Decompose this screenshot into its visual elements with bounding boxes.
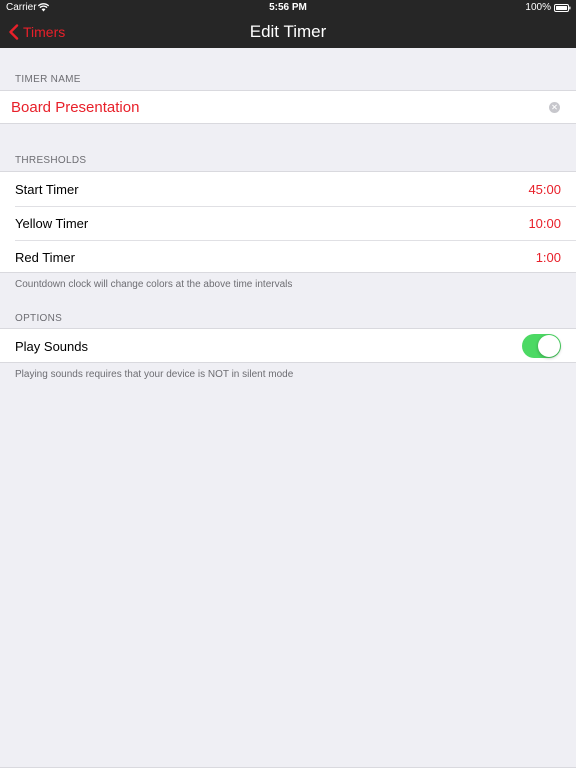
play-sounds-row: Play Sounds xyxy=(0,329,576,363)
options-footer: Playing sounds requires that your device… xyxy=(15,369,294,380)
status-time: 5:56 PM xyxy=(269,2,307,13)
timer-name-group xyxy=(0,90,576,124)
play-sounds-label: Play Sounds xyxy=(15,338,88,354)
yellow-timer-value: 10:00 xyxy=(528,215,561,231)
thresholds-footer: Countdown clock will change colors at th… xyxy=(15,279,293,290)
navigation-bar: Timers Edit Timer xyxy=(0,16,576,48)
start-timer-label: Start Timer xyxy=(15,181,79,197)
status-bar: Carrier 5:56 PM 100% xyxy=(0,0,576,16)
red-timer-value: 1:00 xyxy=(535,249,561,265)
timer-name-input[interactable] xyxy=(11,98,549,116)
timer-name-header: TIMER NAME xyxy=(15,74,81,85)
start-timer-row[interactable]: Start Timer 45:00 xyxy=(0,172,576,206)
battery-icon xyxy=(554,4,571,12)
thresholds-group: Start Timer 45:00 Yellow Timer 10:00 Red… xyxy=(0,171,576,273)
battery-percentage: 100% xyxy=(525,2,551,13)
options-header: OPTIONS xyxy=(15,313,63,324)
red-timer-label: Red Timer xyxy=(15,249,75,265)
page-title: Edit Timer xyxy=(249,22,327,41)
yellow-timer-row[interactable]: Yellow Timer 10:00 xyxy=(0,206,576,240)
clear-icon[interactable] xyxy=(549,101,560,113)
red-timer-row[interactable]: Red Timer 1:00 xyxy=(0,240,576,274)
timer-name-row xyxy=(0,91,576,123)
toggle-knob xyxy=(538,335,560,357)
thresholds-header: THRESHOLDS xyxy=(15,155,87,166)
play-sounds-toggle[interactable] xyxy=(522,334,561,358)
yellow-timer-label: Yellow Timer xyxy=(15,215,89,231)
options-group: Play Sounds xyxy=(0,328,576,363)
top-bar: Carrier 5:56 PM 100% Timers Edit Timer xyxy=(0,0,576,48)
start-timer-value: 45:00 xyxy=(528,181,561,197)
